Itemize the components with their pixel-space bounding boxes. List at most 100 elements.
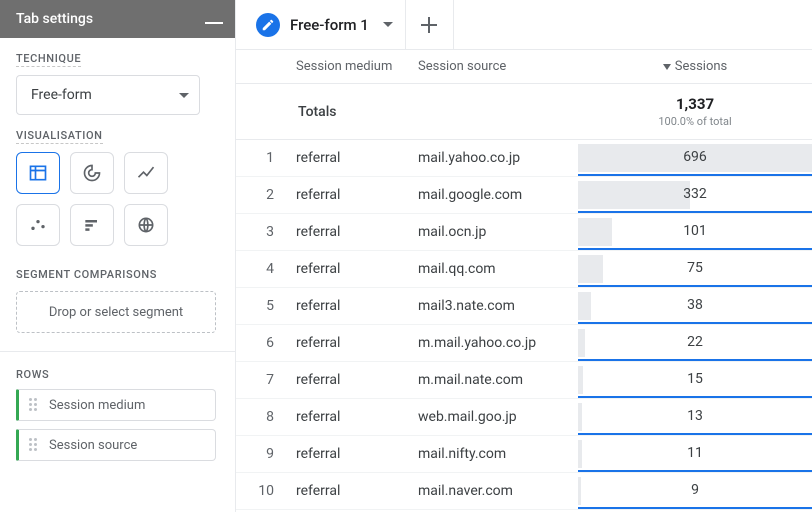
rows-label: ROWS [16,368,219,381]
row-medium: referral [290,483,418,499]
drag-handle-icon [29,398,39,412]
tab-settings-sidebar: Tab settings TECHNIQUE Free-form VISUALI… [0,0,236,512]
row-sessions-value: 9 [691,482,699,498]
table-row[interactable]: 5referralmail3.nate.com 38 [236,288,812,325]
vis-donut-button[interactable] [70,152,114,194]
scatter-chart-icon [28,215,48,235]
row-sessions-cell: 696 [578,140,812,176]
row-source: mail3.nate.com [418,298,578,314]
row-index: 6 [236,335,290,351]
col-header-source[interactable]: Session source [418,59,578,74]
table-row[interactable]: 10referralmail.naver.com9 [236,473,812,510]
row-sessions-cell: 9 [578,473,812,509]
col-header-sessions[interactable]: Sessions [578,59,812,74]
vis-line-button[interactable] [124,152,168,194]
technique-select[interactable]: Free-form [16,75,200,115]
row-source: mail.google.com [418,187,578,203]
table-row[interactable]: 2referralmail.google.com332 [236,177,812,214]
add-tab-button[interactable] [406,0,454,50]
edit-icon [256,13,280,37]
row-index: 8 [236,409,290,425]
row-medium: referral [290,187,418,203]
row-sessions-cell: 38 [578,288,812,324]
vis-geo-button[interactable] [124,204,168,246]
row-source: mail.qq.com [418,261,578,277]
technique-value: Free-form [31,87,92,103]
row-index: 1 [236,150,290,166]
table-row[interactable]: 6referralm.mail.yahoo.co.jp 22 [236,325,812,362]
sidebar-header: Tab settings [0,0,235,38]
row-sessions-value: 696 [683,149,707,165]
table-row[interactable]: 3referralmail.ocn.jp101 [236,214,812,251]
row-medium: referral [290,150,418,166]
row-source: mail.yahoo.co.jp [418,150,578,166]
technique-label: TECHNIQUE [16,52,219,67]
table-row[interactable]: 1referralmail.yahoo.co.jp 696 [236,140,812,177]
row-source: m.mail.nate.com [418,372,578,388]
row-medium: referral [290,335,418,351]
bar-chart-icon [82,215,102,235]
row-index: 4 [236,261,290,277]
chevron-down-icon [383,22,393,27]
row-sessions-value: 13 [687,408,703,424]
vis-table-button[interactable] [16,152,60,194]
sort-desc-icon [663,64,671,70]
row-sessions-value: 101 [683,223,707,239]
visualisation-label: VISUALISATION [16,129,219,144]
row-sessions-cell: 22 [578,325,812,361]
drag-handle-icon [29,438,39,452]
report-tabbar: Free-form 1 [236,0,812,50]
row-medium: referral [290,224,418,240]
row-source: mail.nifty.com [418,446,578,462]
row-medium: referral [290,409,418,425]
report-tab-title: Free-form 1 [290,16,369,34]
table-row[interactable]: 9referralmail.nifty.com 11 [236,436,812,473]
row-sessions-value: 22 [687,334,703,350]
row-medium: referral [290,446,418,462]
column-headers: Session medium Session source Sessions [236,50,812,84]
table-row[interactable]: 8referralweb.mail.goo.jp 13 [236,399,812,436]
row-sessions-cell: 101 [578,214,812,250]
report-tab-freeform1[interactable]: Free-form 1 [246,0,406,50]
row-index: 2 [236,187,290,203]
row-sessions-value: 11 [687,445,703,461]
totals-subtext: 100.0% of total [578,115,812,128]
plus-icon [421,17,437,33]
table-row[interactable]: 7referralm.mail.nate.com 15 [236,362,812,399]
row-source: web.mail.goo.jp [418,409,578,425]
vis-scatter-button[interactable] [16,204,60,246]
row-sessions-value: 38 [687,297,703,313]
row-chip-session-medium[interactable]: Session medium [16,389,216,421]
row-medium: referral [290,298,418,314]
row-index: 5 [236,298,290,314]
table-row[interactable]: 4referralmail.qq.com75 [236,251,812,288]
chevron-down-icon [179,93,189,98]
row-index: 9 [236,446,290,462]
sidebar-title: Tab settings [16,11,93,27]
row-medium: referral [290,372,418,388]
row-index: 3 [236,224,290,240]
row-medium: referral [290,261,418,277]
totals-label: Totals [236,104,578,120]
row-sessions-cell: 75 [578,251,812,287]
totals-row: Totals 1,337 100.0% of total [236,84,812,140]
donut-chart-icon [82,163,102,183]
main-panel: Free-form 1 Session medium Session sourc… [236,0,812,512]
row-sessions-cell: 332 [578,177,812,213]
segment-dropzone[interactable]: Drop or select segment [16,291,216,333]
row-index: 7 [236,372,290,388]
row-sessions-cell: 11 [578,436,812,472]
globe-icon [136,215,156,235]
col-header-medium[interactable]: Session medium [290,59,418,74]
row-sessions-cell: 15 [578,362,812,398]
vis-bar-button[interactable] [70,204,114,246]
row-index: 10 [236,483,290,499]
data-rows: 1referralmail.yahoo.co.jp6962referralmai… [236,140,812,510]
totals-value: 1,337 [578,95,812,113]
table-icon [28,163,48,183]
segment-label: SEGMENT COMPARISONS [16,268,219,281]
row-source: m.mail.yahoo.co.jp [418,335,578,351]
row-sessions-value: 15 [687,371,703,387]
minimize-icon[interactable] [205,22,223,24]
row-chip-session-source[interactable]: Session source [16,429,216,461]
